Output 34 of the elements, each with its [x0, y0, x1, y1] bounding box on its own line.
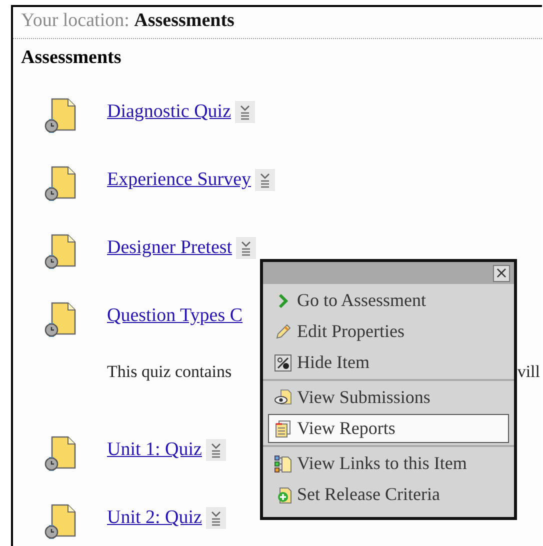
pencil-icon — [274, 322, 292, 340]
page-heading: Assessments — [21, 47, 122, 69]
quiz-link[interactable]: Unit 2: Quiz — [107, 507, 202, 529]
menu-item[interactable]: Edit Properties — [268, 317, 509, 346]
quiz-link[interactable]: Experience Survey — [107, 169, 252, 191]
context-menu-button[interactable] — [206, 507, 226, 529]
quiz-link[interactable]: Question Types C — [107, 305, 243, 327]
menu-caret-icon — [240, 240, 252, 256]
menu-item[interactable]: View Links to this Item — [268, 449, 509, 478]
menu-item[interactable]: View Submissions — [268, 383, 509, 412]
eye-document-icon — [274, 388, 292, 406]
menu-item[interactable]: View Reports — [268, 414, 509, 443]
quiz-link[interactable]: Unit 1: Quiz — [107, 439, 202, 461]
menu-caret-icon — [210, 442, 222, 458]
quiz-description: This quiz contains — [107, 362, 232, 383]
context-menu-button[interactable] — [235, 101, 256, 123]
location-current: Assessments — [134, 10, 234, 31]
menu-item[interactable]: Go to Assessment — [268, 286, 509, 315]
menu-item[interactable]: Set Release Criteria — [268, 480, 509, 509]
context-menu-button[interactable] — [206, 439, 226, 461]
location-label: Your location: — [21, 10, 130, 31]
menu-caret-icon — [210, 510, 222, 526]
report-icon — [274, 420, 292, 438]
quiz-description: vill — [517, 362, 540, 383]
context-menu-button[interactable] — [255, 169, 276, 191]
menu-item[interactable]: Hide Item — [268, 348, 509, 377]
quiz-link[interactable]: Designer Pretest — [107, 237, 232, 259]
quiz-link[interactable]: Diagnostic Quiz — [107, 101, 232, 123]
close-button[interactable]: × — [493, 264, 510, 282]
menu-caret-icon — [239, 104, 252, 120]
links-icon — [274, 454, 292, 472]
menu-caret-icon — [259, 172, 272, 188]
hide-icon — [274, 354, 292, 372]
context-menu-button[interactable] — [236, 237, 256, 259]
